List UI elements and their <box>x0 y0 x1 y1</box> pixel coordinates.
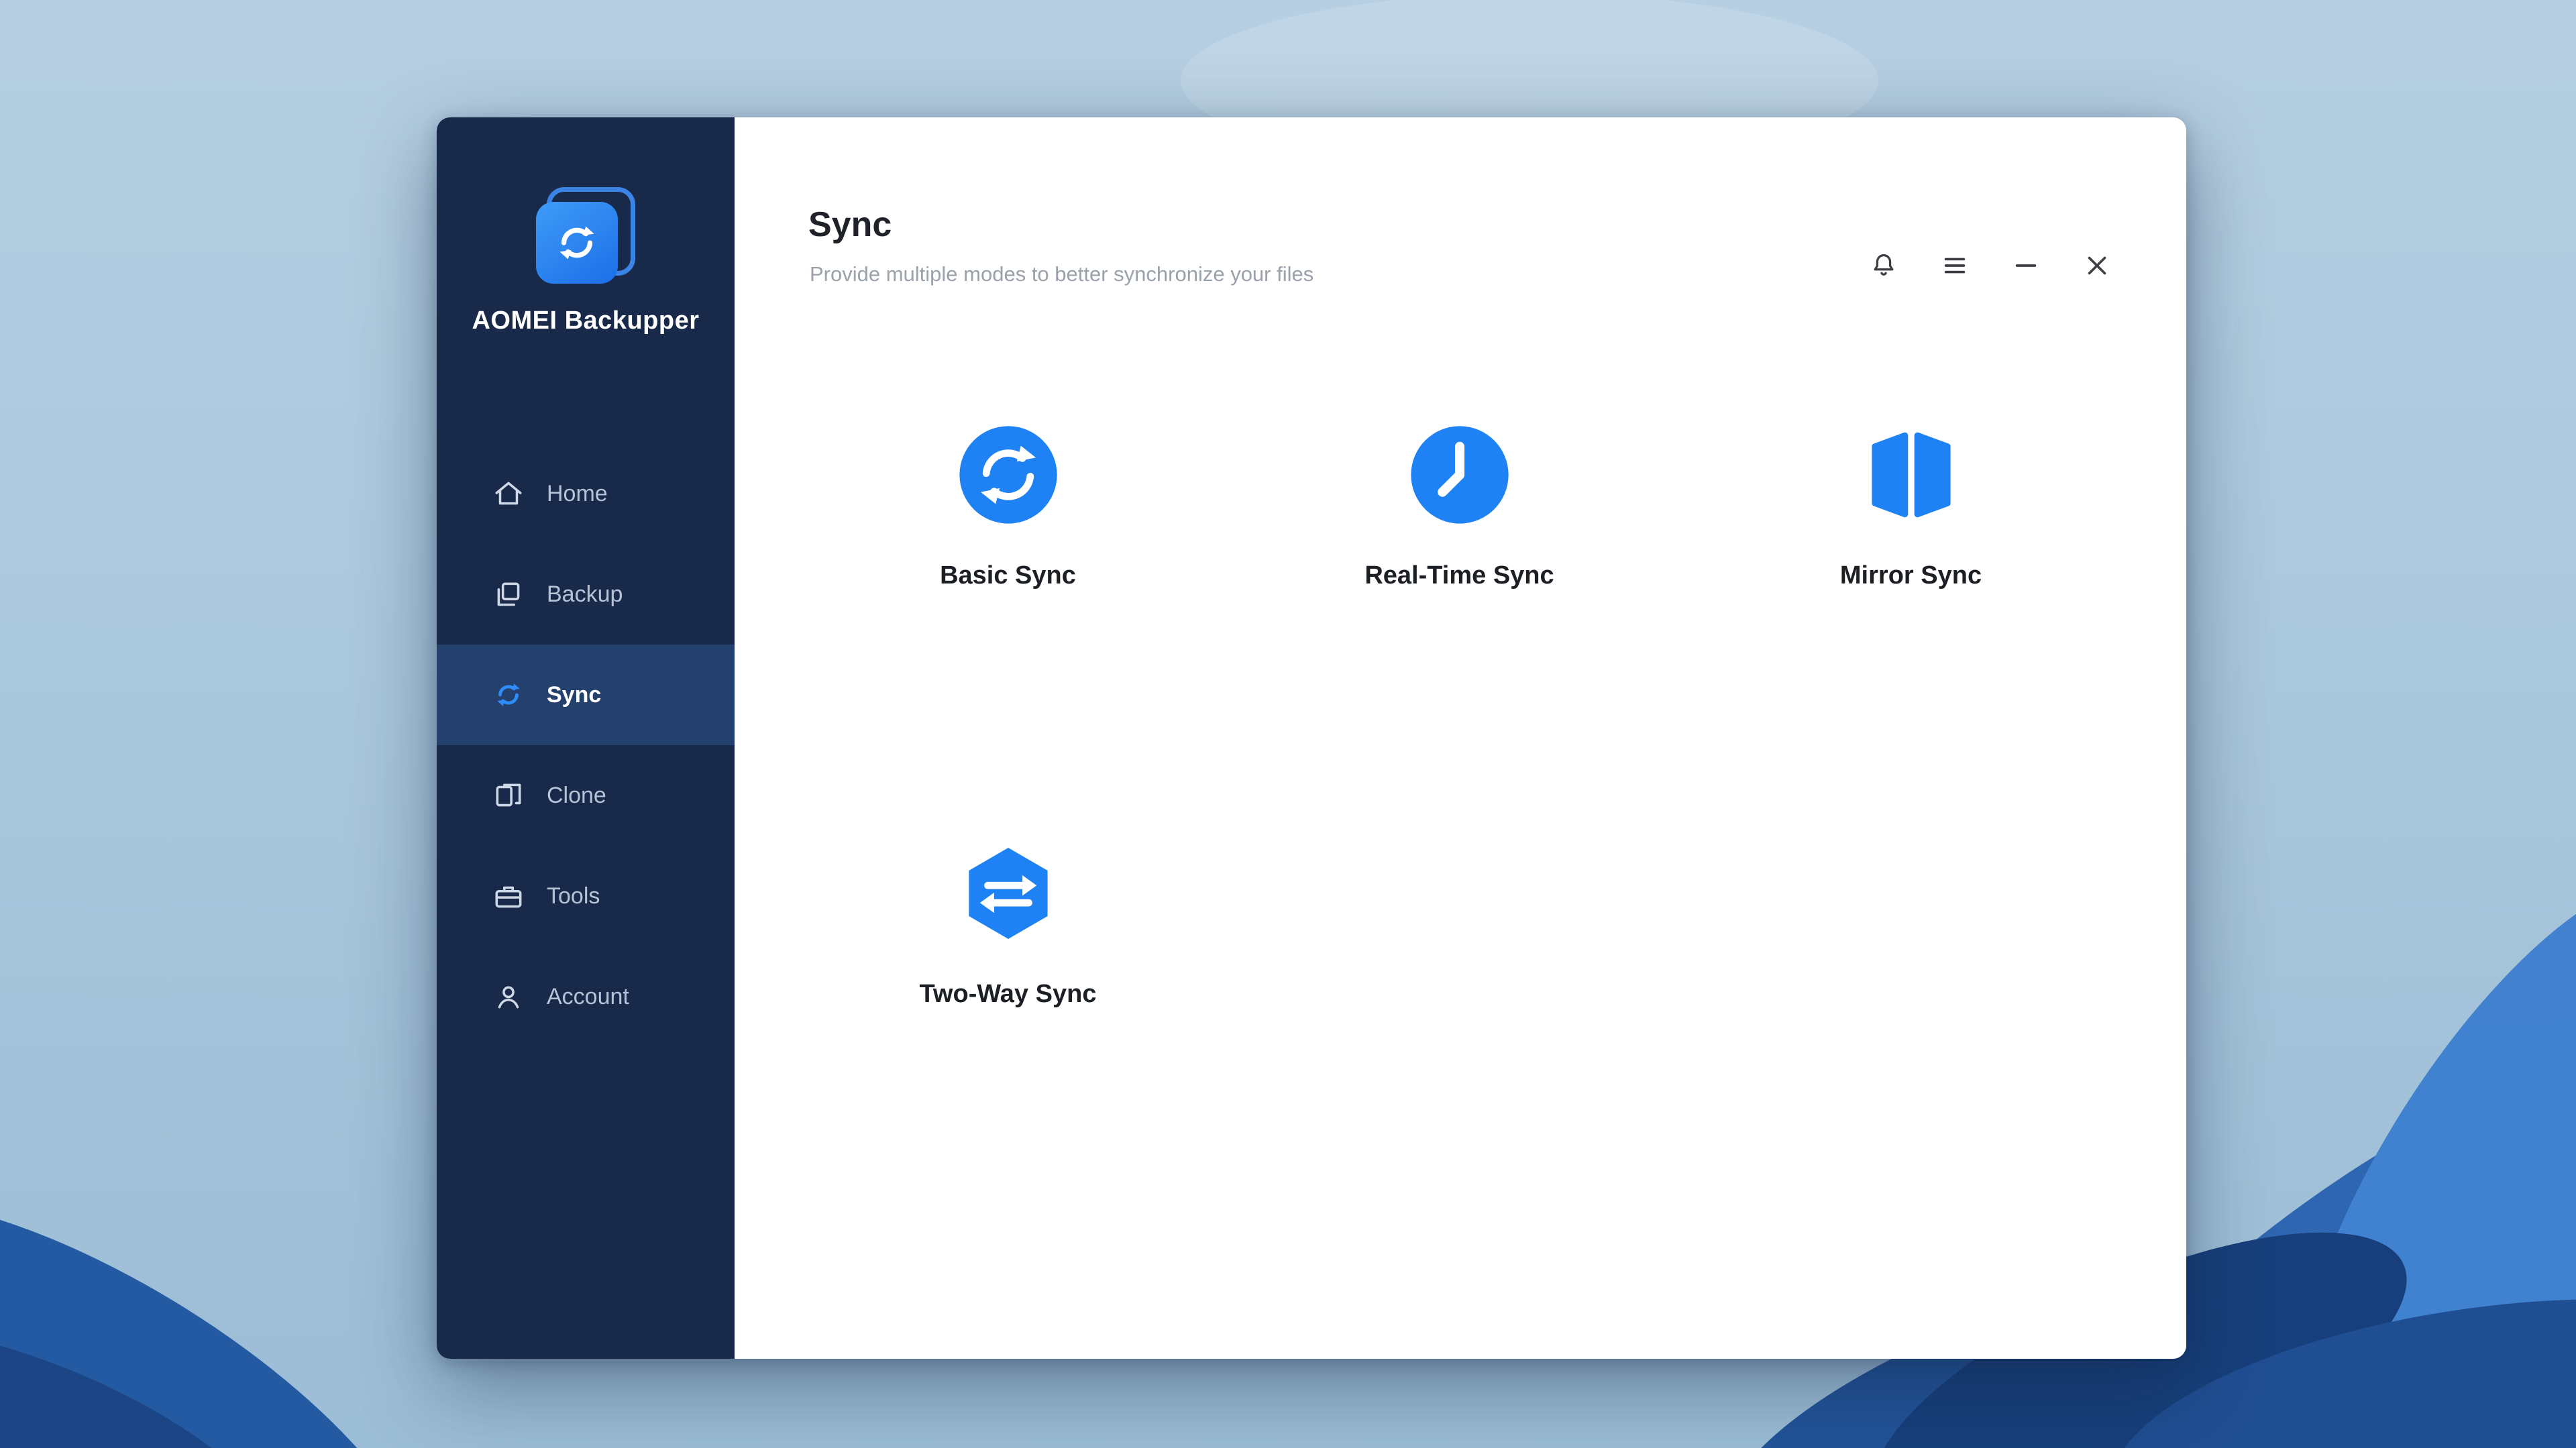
sync-modes-row-2: Two-Way Sync <box>782 843 1234 1009</box>
sidebar-item-label: Home <box>547 481 608 507</box>
home-icon <box>492 477 525 510</box>
window-controls <box>1867 249 2114 282</box>
mode-mirror-sync[interactable]: Mirror Sync <box>1685 425 2137 590</box>
mode-two-way-sync[interactable]: Two-Way Sync <box>782 843 1234 1009</box>
mode-label: Real-Time Sync <box>1364 561 1554 590</box>
mode-basic-sync[interactable]: Basic Sync <box>782 425 1234 590</box>
sync-modes-row-1: Basic Sync Real-Time Sync <box>782 425 2137 590</box>
bell-icon <box>1868 250 1899 281</box>
notifications-button[interactable] <box>1867 249 1900 282</box>
sidebar-item-label: Tools <box>547 883 600 909</box>
aomei-sync-logo-icon <box>536 202 618 284</box>
sidebar-item-clone[interactable]: Clone <box>437 745 735 846</box>
backup-icon <box>492 577 525 611</box>
mode-label: Basic Sync <box>940 561 1076 590</box>
sidebar-item-label: Account <box>547 984 629 1010</box>
hamburger-icon <box>1939 250 1970 281</box>
brand-name: AOMEI Backupper <box>437 307 735 335</box>
minimize-button[interactable] <box>2009 249 2043 282</box>
account-icon <box>492 980 525 1013</box>
close-button[interactable] <box>2080 249 2114 282</box>
sidebar-item-backup[interactable]: Backup <box>437 544 735 645</box>
sidebar-item-home[interactable]: Home <box>437 443 735 544</box>
app-window: AOMEI Backupper Home Backup <box>437 117 2186 1359</box>
sidebar-item-sync[interactable]: Sync <box>437 645 735 745</box>
minimize-icon <box>2010 250 2041 281</box>
close-icon <box>2082 250 2112 281</box>
main-content: Sync Provide multiple modes to better sy… <box>735 117 2186 1359</box>
page-subtitle: Provide multiple modes to better synchro… <box>810 262 1313 286</box>
page-title: Sync <box>808 205 892 245</box>
two-way-sync-icon <box>958 843 1059 944</box>
mirror-sync-icon <box>1861 425 1962 525</box>
sidebar-item-label: Backup <box>547 581 623 608</box>
mode-real-time-sync[interactable]: Real-Time Sync <box>1234 425 1685 590</box>
sidebar-item-label: Sync <box>547 682 601 708</box>
mode-label: Mirror Sync <box>1840 561 1982 590</box>
sidebar-item-tools[interactable]: Tools <box>437 846 735 946</box>
mode-label: Two-Way Sync <box>920 980 1097 1009</box>
sidebar-item-account[interactable]: Account <box>437 946 735 1047</box>
sidebar-item-label: Clone <box>547 783 606 809</box>
clone-icon <box>492 779 525 812</box>
sync-icon <box>492 678 525 712</box>
menu-button[interactable] <box>1938 249 1972 282</box>
sidebar: AOMEI Backupper Home Backup <box>437 117 735 1359</box>
app-logo <box>532 187 639 288</box>
tools-icon <box>492 879 525 913</box>
basic-sync-icon <box>958 425 1059 525</box>
sidebar-nav: Home Backup <box>437 443 735 1047</box>
real-time-sync-icon <box>1409 425 1510 525</box>
